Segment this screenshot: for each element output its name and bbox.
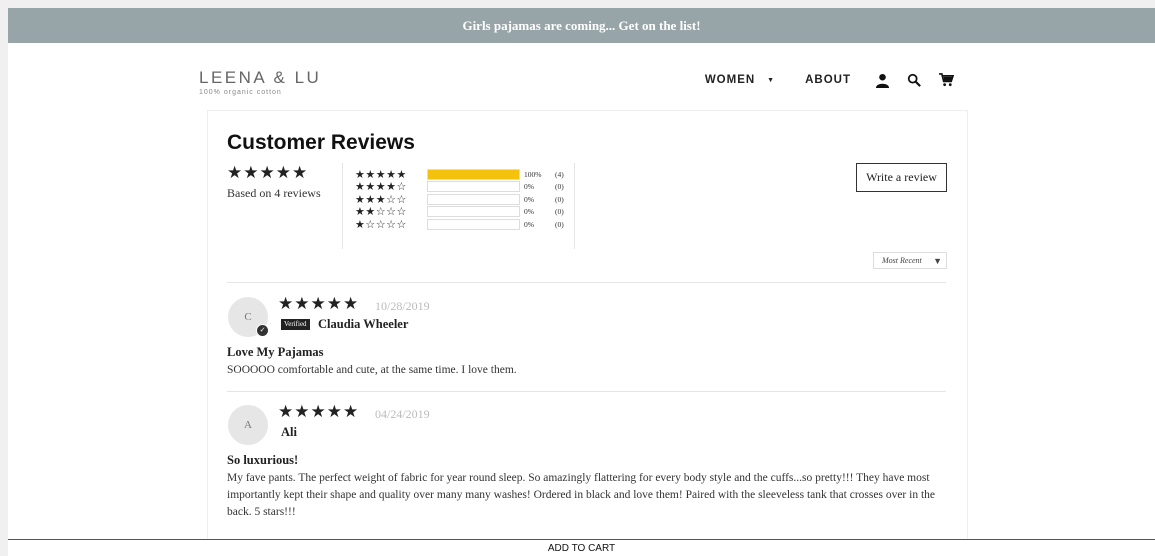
divider	[342, 163, 343, 249]
main-nav: WOMEN ▼ ABOUT	[705, 71, 955, 89]
site-header: LEENA & LU 100% organic cotton WOMEN ▼ A…	[8, 43, 1155, 108]
chevron-down-icon: ▼	[933, 255, 942, 266]
average-rating-stars: ★★★★★	[227, 163, 309, 182]
histogram-stars: ★☆☆☆☆	[355, 218, 407, 231]
histogram-percent: 0%	[524, 207, 534, 216]
page-frame: Girls pajamas are coming... Get on the l…	[8, 8, 1155, 556]
chevron-down-icon: ▼	[767, 76, 776, 84]
checkmark-icon: ✓	[256, 324, 269, 337]
logo-tagline: 100% organic cotton	[199, 89, 282, 96]
review-count-text: Based on 4 reviews	[227, 186, 321, 200]
logo[interactable]: LEENA & LU 100% organic cotton	[199, 68, 321, 96]
write-review-button[interactable]: Write a review	[856, 163, 947, 192]
histogram-percent: 0%	[524, 194, 534, 204]
reviews-panel: Customer Reviews ★★★★★ Based on 4 review…	[207, 110, 968, 551]
review-title: So luxurious!	[227, 453, 299, 467]
logo-wordmark: LEENA & LU	[199, 68, 322, 87]
histogram-count: (0)	[555, 207, 564, 216]
search-icon[interactable]	[905, 71, 923, 89]
histogram-bar	[427, 218, 520, 230]
divider	[227, 282, 946, 283]
histogram-count: (0)	[555, 194, 564, 204]
reviewer-name: Ali	[281, 425, 297, 439]
verified-badge: Verified	[281, 319, 310, 330]
announcement-bar[interactable]: Girls pajamas are coming... Get on the l…	[8, 8, 1155, 43]
histogram-bar	[427, 193, 520, 205]
histogram-stars: ★★★☆☆	[355, 193, 407, 206]
reviewer-name: Claudia Wheeler	[318, 317, 409, 331]
review-date: 04/24/2019	[375, 407, 430, 421]
nav-item-women[interactable]: WOMEN ▼	[705, 74, 775, 86]
cart-icon[interactable]	[937, 71, 955, 89]
histogram-row-1[interactable]: ★☆☆☆☆ 0% (0)	[355, 218, 564, 231]
histogram-bar	[427, 181, 520, 192]
histogram-stars: ★★★★★	[355, 168, 407, 181]
histogram-count: (4)	[555, 169, 564, 179]
histogram-percent: 0%	[524, 219, 534, 229]
histogram-fill	[428, 169, 519, 179]
review-stars: ★★★★★	[278, 294, 360, 313]
histogram-stars: ★★☆☆☆	[355, 206, 407, 218]
review-date: 10/28/2019	[375, 299, 430, 313]
histogram-stars: ★★★★☆	[355, 181, 407, 193]
review-body: SOOOOO comfortable and cute, at the same…	[227, 364, 517, 376]
histogram-row-4[interactable]: ★★★★☆ 0% (0)	[355, 181, 564, 193]
sort-select-value: Most Recent	[882, 256, 922, 265]
review-title: Love My Pajamas	[227, 345, 324, 359]
histogram-row-5[interactable]: ★★★★★ 100% (4)	[355, 168, 564, 181]
histogram-percent: 0%	[524, 182, 534, 191]
nav-item-about[interactable]: ABOUT	[805, 74, 851, 86]
nav-item-women-label: WOMEN	[704, 74, 756, 86]
divider	[574, 163, 575, 249]
histogram-row-3[interactable]: ★★★☆☆ 0% (0)	[355, 193, 564, 206]
divider	[227, 391, 946, 392]
add-to-cart-button[interactable]: ADD TO CART	[8, 539, 1155, 556]
rating-histogram: ★★★★★ 100% (4) ★★★★☆ 0% (0) ★★★☆☆ 0% (0)…	[355, 168, 564, 231]
review-stars: ★★★★★	[278, 402, 360, 421]
histogram-count: (0)	[555, 182, 564, 191]
avatar: A	[228, 405, 268, 445]
histogram-count: (0)	[555, 219, 564, 229]
reviews-title: Customer Reviews	[227, 131, 415, 154]
sort-select[interactable]: Most Recent ▼	[873, 252, 947, 269]
histogram-bar	[427, 206, 520, 217]
review-body: My fave pants. The perfect weight of fab…	[227, 472, 936, 518]
histogram-bar	[427, 168, 520, 180]
account-icon[interactable]	[873, 71, 891, 89]
histogram-percent: 100%	[524, 169, 542, 179]
histogram-row-2[interactable]: ★★☆☆☆ 0% (0)	[355, 206, 564, 218]
